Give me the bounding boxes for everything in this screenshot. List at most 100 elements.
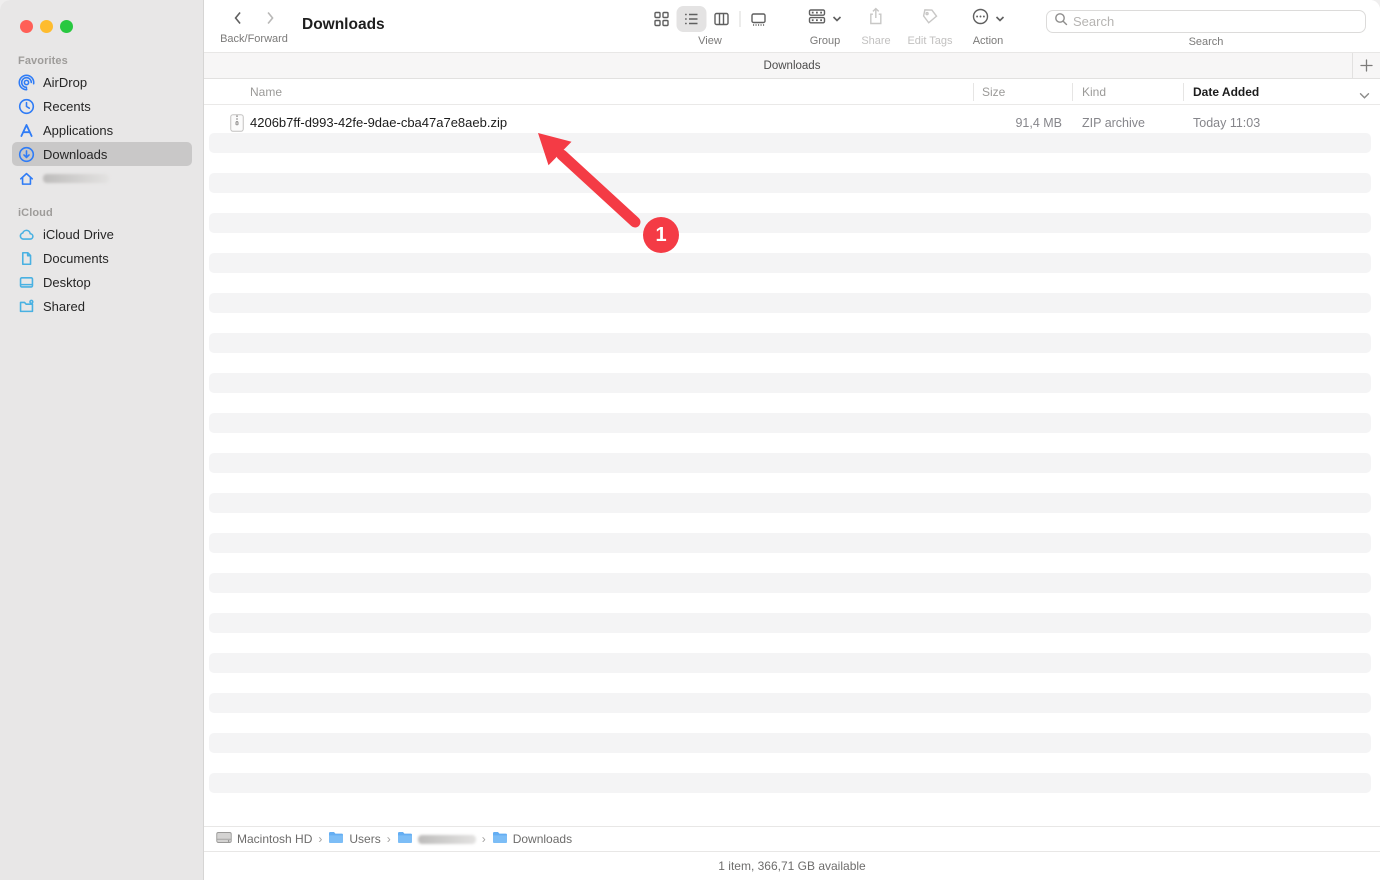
- column-header-name[interactable]: Name: [250, 85, 282, 99]
- path-item-users[interactable]: Users: [328, 831, 380, 847]
- sidebar-section-favorites: Favorites: [18, 55, 68, 67]
- back-forward-label: Back/Forward: [220, 33, 288, 45]
- sort-chevron-down-icon[interactable]: [1359, 87, 1370, 105]
- content-pane: Back/Forward Downloads: [204, 0, 1380, 880]
- empty-row-stripe: [209, 253, 1371, 273]
- sidebar-item-label: AirDrop: [43, 75, 87, 90]
- empty-row-stripe: [209, 453, 1371, 473]
- path-item-downloads[interactable]: Downloads: [492, 831, 572, 847]
- sidebar-section-icloud: iCloud: [18, 207, 53, 219]
- edit-tags-button: Edit Tags: [907, 6, 952, 47]
- sidebar-item-label: Documents: [43, 251, 109, 266]
- back-button[interactable]: [225, 6, 251, 30]
- column-divider[interactable]: [1183, 83, 1184, 101]
- empty-row-stripe: [209, 173, 1371, 193]
- sidebar-item-documents[interactable]: Documents: [12, 246, 192, 270]
- path-label: Users: [349, 832, 380, 846]
- empty-row-stripe: [209, 133, 1371, 153]
- sidebar-item-label: Downloads: [43, 147, 107, 162]
- path-item-macintosh-hd[interactable]: Macintosh HD: [216, 831, 312, 847]
- column-header-date-added[interactable]: Date Added: [1193, 85, 1259, 99]
- redacted-username-label: [43, 174, 109, 183]
- applications-icon: [18, 122, 35, 139]
- column-view-icon[interactable]: [707, 6, 737, 32]
- file-kind: ZIP archive: [1082, 116, 1145, 130]
- group-icon: [808, 8, 827, 30]
- sidebar-item-shared[interactable]: Shared: [12, 294, 192, 318]
- view-control: View: [647, 6, 774, 47]
- table-row[interactable]: 4206b7ff-d993-42fe-9dae-cba47a7e8aeb.zip…: [204, 113, 1380, 133]
- path-label: Downloads: [513, 832, 572, 846]
- sidebar-item-icloud-drive[interactable]: iCloud Drive: [12, 222, 192, 246]
- status-text: 1 item, 366,71 GB available: [718, 859, 865, 873]
- sidebar: Favorites AirDrop: [0, 0, 204, 880]
- empty-row-stripe: [209, 213, 1371, 233]
- share-icon: [867, 7, 884, 31]
- share-label: Share: [861, 35, 890, 47]
- empty-row-stripe: [209, 773, 1371, 793]
- downloads-icon: [18, 146, 35, 163]
- folder-icon: [328, 831, 344, 847]
- sidebar-item-airdrop[interactable]: AirDrop: [12, 70, 192, 94]
- empty-row-stripe: [209, 653, 1371, 673]
- tab-downloads[interactable]: Downloads: [764, 60, 821, 72]
- sidebar-item-label: iCloud Drive: [43, 227, 114, 242]
- empty-row-stripe: [209, 493, 1371, 513]
- action-ellipsis-icon: [971, 7, 990, 31]
- empty-row-stripe: [209, 413, 1371, 433]
- shared-folder-icon: [18, 298, 35, 315]
- search-label: Search: [1189, 36, 1224, 48]
- airdrop-icon: [18, 74, 35, 91]
- search-field[interactable]: [1046, 10, 1366, 33]
- empty-row-stripe: [209, 573, 1371, 593]
- edit-tags-label: Edit Tags: [907, 35, 952, 47]
- gallery-view-icon[interactable]: [744, 6, 774, 32]
- action-label: Action: [973, 35, 1004, 47]
- path-label: Macintosh HD: [237, 832, 312, 846]
- document-icon: [18, 250, 35, 267]
- file-date-added: Today 11:03: [1193, 116, 1260, 130]
- search-input[interactable]: [1073, 14, 1358, 29]
- file-list: 4206b7ff-d993-42fe-9dae-cba47a7e8aeb.zip…: [204, 105, 1380, 826]
- column-header-row: Name Size Kind Date Added: [204, 79, 1380, 105]
- empty-row-stripe: [209, 293, 1371, 313]
- finder-window: Favorites AirDrop: [0, 0, 1380, 880]
- forward-button[interactable]: [257, 6, 283, 30]
- hard-drive-icon: [216, 831, 232, 847]
- column-divider[interactable]: [1072, 83, 1073, 101]
- tag-icon: [921, 7, 940, 31]
- file-size: 91,4 MB: [884, 116, 1062, 130]
- empty-row-stripe: [209, 333, 1371, 353]
- sidebar-item-applications[interactable]: Applications: [12, 118, 192, 142]
- grid-view-icon[interactable]: [647, 6, 677, 32]
- zoom-button[interactable]: [60, 20, 73, 33]
- group-button[interactable]: Group: [808, 6, 842, 47]
- search-icon: [1054, 12, 1068, 31]
- recents-clock-icon: [18, 98, 35, 115]
- new-tab-button[interactable]: [1352, 53, 1380, 78]
- sidebar-item-home[interactable]: [12, 166, 192, 190]
- sidebar-item-downloads[interactable]: Downloads: [12, 142, 192, 166]
- empty-row-stripe: [209, 613, 1371, 633]
- sidebar-item-recents[interactable]: Recents: [12, 94, 192, 118]
- column-header-kind[interactable]: Kind: [1082, 85, 1106, 99]
- group-label: Group: [810, 35, 841, 47]
- column-header-size[interactable]: Size: [982, 85, 1005, 99]
- empty-row-stripe: [209, 693, 1371, 713]
- folder-icon: [492, 831, 508, 847]
- icloud-drive-icon: [18, 226, 35, 243]
- action-button[interactable]: Action: [971, 6, 1005, 47]
- list-view-icon[interactable]: [677, 6, 707, 32]
- back-forward-group: Back/Forward: [220, 6, 288, 45]
- sidebar-item-desktop[interactable]: Desktop: [12, 270, 192, 294]
- minimize-button[interactable]: [40, 20, 53, 33]
- close-button[interactable]: [20, 20, 33, 33]
- home-icon: [18, 170, 35, 187]
- breadcrumb-separator: ›: [387, 832, 391, 846]
- file-name: 4206b7ff-d993-42fe-9dae-cba47a7e8aeb.zip: [250, 115, 507, 130]
- breadcrumb-separator: ›: [482, 832, 486, 846]
- column-divider[interactable]: [973, 83, 974, 101]
- path-item-user-home[interactable]: [397, 831, 476, 847]
- empty-row-stripe: [209, 733, 1371, 753]
- sidebar-item-label: Desktop: [43, 275, 91, 290]
